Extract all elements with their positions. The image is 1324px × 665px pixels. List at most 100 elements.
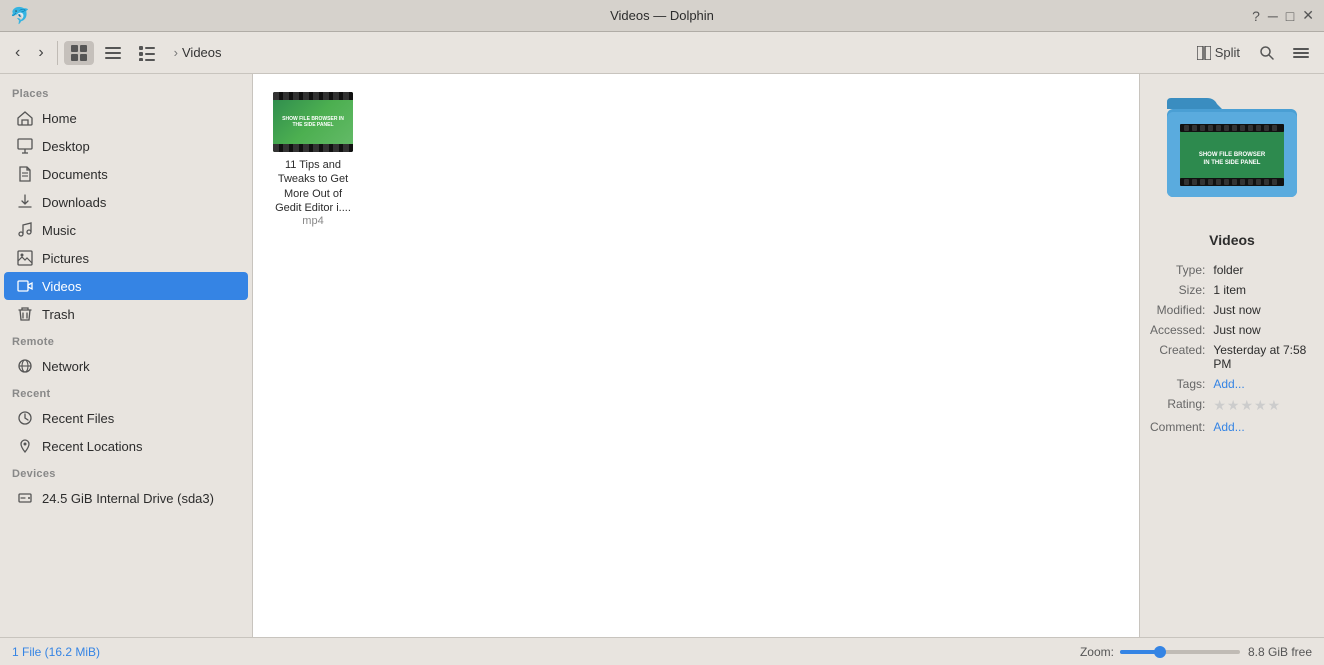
- split-label: Split: [1215, 45, 1240, 60]
- sidebar-item-desktop[interactable]: Desktop: [4, 132, 248, 160]
- titlebar: 🐬 Videos — Dolphin ? ─ □ ✕: [0, 0, 1324, 32]
- sidebar-item-documents[interactable]: Documents: [4, 160, 248, 188]
- pictures-icon: [16, 249, 34, 267]
- info-size-value: 1 item: [1211, 280, 1316, 300]
- sidebar-item-pictures-label: Pictures: [42, 251, 89, 266]
- info-accessed-row: Accessed: Just now: [1148, 320, 1316, 340]
- info-tags-label: Tags:: [1148, 374, 1211, 394]
- places-header: Places: [0, 80, 252, 104]
- downloads-icon: [16, 193, 34, 211]
- icon-view-icon: [71, 45, 87, 61]
- titlebar-left: 🐬: [10, 6, 30, 26]
- folder-icon-large: SHOW FILE BROWSER IN THE SIDE PANEL: [1162, 84, 1302, 224]
- sidebar-item-internal-drive[interactable]: 24.5 GiB Internal Drive (sda3): [4, 484, 248, 512]
- help-icon[interactable]: ?: [1252, 8, 1260, 24]
- sidebar-item-network-label: Network: [42, 359, 90, 374]
- file-item[interactable]: SHOW FILE BROWSER IN THE SIDE PANEL 11 T…: [263, 84, 363, 235]
- svg-text:SHOW FILE BROWSER: SHOW FILE BROWSER: [1199, 152, 1266, 158]
- home-icon: [16, 109, 34, 127]
- info-size-label: Size:: [1148, 280, 1211, 300]
- toolbar-right: Split: [1189, 41, 1316, 65]
- sidebar-item-home[interactable]: Home: [4, 104, 248, 132]
- info-rating-label: Rating:: [1148, 394, 1211, 417]
- info-comment-row: Comment: Add...: [1148, 417, 1316, 437]
- file-area: SHOW FILE BROWSER IN THE SIDE PANEL 11 T…: [253, 74, 1139, 637]
- file-thumbnail: SHOW FILE BROWSER IN THE SIDE PANEL: [273, 92, 353, 152]
- breadcrumb: › Videos: [174, 45, 1185, 60]
- breadcrumb-arrow: ›: [174, 45, 178, 60]
- sidebar-item-recent-locations[interactable]: Recent Locations: [4, 432, 248, 460]
- svg-text:IN THE SIDE PANEL: IN THE SIDE PANEL: [1204, 160, 1261, 166]
- info-created-value: Yesterday at 7:58 PM: [1211, 340, 1316, 374]
- sidebar-item-desktop-label: Desktop: [42, 139, 90, 154]
- star-1[interactable]: ★: [1213, 397, 1226, 414]
- star-2[interactable]: ★: [1227, 397, 1240, 414]
- back-button[interactable]: ‹: [8, 40, 27, 66]
- star-4[interactable]: ★: [1254, 397, 1267, 414]
- recent-files-icon: [16, 409, 34, 427]
- network-icon: [16, 357, 34, 375]
- info-type-value: folder: [1211, 260, 1316, 280]
- info-panel: SHOW FILE BROWSER IN THE SIDE PANEL Vide…: [1139, 74, 1324, 637]
- info-accessed-label: Accessed:: [1148, 320, 1211, 340]
- info-tags-add-link[interactable]: Add...: [1213, 377, 1244, 391]
- desktop-icon: [16, 137, 34, 155]
- sidebar-item-music[interactable]: Music: [4, 216, 248, 244]
- info-accessed-value: Just now: [1211, 320, 1316, 340]
- star-5[interactable]: ★: [1268, 397, 1281, 414]
- statusbar: 1 File (16.2 MiB) Zoom: 8.8 GiB free: [0, 637, 1324, 665]
- zoom-slider-fill: [1120, 650, 1156, 654]
- toolbar-separator-1: [57, 41, 58, 65]
- sidebar-item-trash[interactable]: Trash: [4, 300, 248, 328]
- search-button[interactable]: [1252, 41, 1282, 65]
- close-icon[interactable]: ✕: [1302, 7, 1314, 24]
- sidebar-item-videos[interactable]: Videos: [4, 272, 248, 300]
- detail-view-button[interactable]: [132, 41, 162, 65]
- list-view-icon: [105, 45, 121, 61]
- sidebar-item-downloads[interactable]: Downloads: [4, 188, 248, 216]
- star-3[interactable]: ★: [1240, 397, 1253, 414]
- sidebar-item-network[interactable]: Network: [4, 352, 248, 380]
- drive-icon: [16, 489, 34, 507]
- toolbar: ‹ › › Videos: [0, 32, 1324, 74]
- sidebar-item-music-label: Music: [42, 223, 76, 238]
- videos-icon: [16, 277, 34, 295]
- sidebar-item-recent-files[interactable]: Recent Files: [4, 404, 248, 432]
- recent-locations-icon: [16, 437, 34, 455]
- breadcrumb-current: Videos: [182, 45, 222, 60]
- sidebar-item-drive-label: 24.5 GiB Internal Drive (sda3): [42, 491, 214, 506]
- trash-icon: [16, 305, 34, 323]
- list-view-button[interactable]: [98, 41, 128, 65]
- sidebar-item-trash-label: Trash: [42, 307, 75, 322]
- minimize-icon[interactable]: ─: [1268, 8, 1278, 24]
- zoom-label: Zoom:: [1080, 645, 1114, 659]
- sidebar-item-recent-locations-label: Recent Locations: [42, 439, 142, 454]
- info-rating-row: Rating: ★ ★ ★ ★ ★: [1148, 394, 1316, 417]
- app-icon: 🐬: [10, 6, 30, 26]
- sidebar-item-documents-label: Documents: [42, 167, 108, 182]
- info-modified-label: Modified:: [1148, 300, 1211, 320]
- zoom-slider-track[interactable]: [1120, 650, 1240, 654]
- devices-header: Devices: [0, 460, 252, 484]
- menu-button[interactable]: [1286, 41, 1316, 65]
- file-grid: SHOW FILE BROWSER IN THE SIDE PANEL 11 T…: [263, 84, 1129, 235]
- search-icon: [1259, 45, 1275, 61]
- recent-header: Recent: [0, 380, 252, 404]
- window-controls: ? ─ □ ✕: [1252, 7, 1314, 24]
- sidebar-item-videos-label: Videos: [42, 279, 82, 294]
- info-comment-add-link[interactable]: Add...: [1213, 420, 1244, 434]
- file-count: 1 File (16.2 MiB): [12, 645, 100, 659]
- icon-view-button[interactable]: [64, 41, 94, 65]
- forward-button[interactable]: ›: [31, 40, 50, 66]
- info-size-row: Size: 1 item: [1148, 280, 1316, 300]
- info-type-label: Type:: [1148, 260, 1211, 280]
- star-rating[interactable]: ★ ★ ★ ★ ★: [1213, 397, 1314, 414]
- info-table: Type: folder Size: 1 item Modified: Just…: [1148, 260, 1316, 437]
- split-button[interactable]: Split: [1189, 41, 1248, 64]
- info-tags-row: Tags: Add...: [1148, 374, 1316, 394]
- maximize-icon[interactable]: □: [1286, 8, 1294, 24]
- file-type: mp4: [302, 215, 323, 227]
- zoom-slider-thumb[interactable]: [1154, 646, 1166, 658]
- sidebar-item-recent-files-label: Recent Files: [42, 411, 114, 426]
- sidebar-item-pictures[interactable]: Pictures: [4, 244, 248, 272]
